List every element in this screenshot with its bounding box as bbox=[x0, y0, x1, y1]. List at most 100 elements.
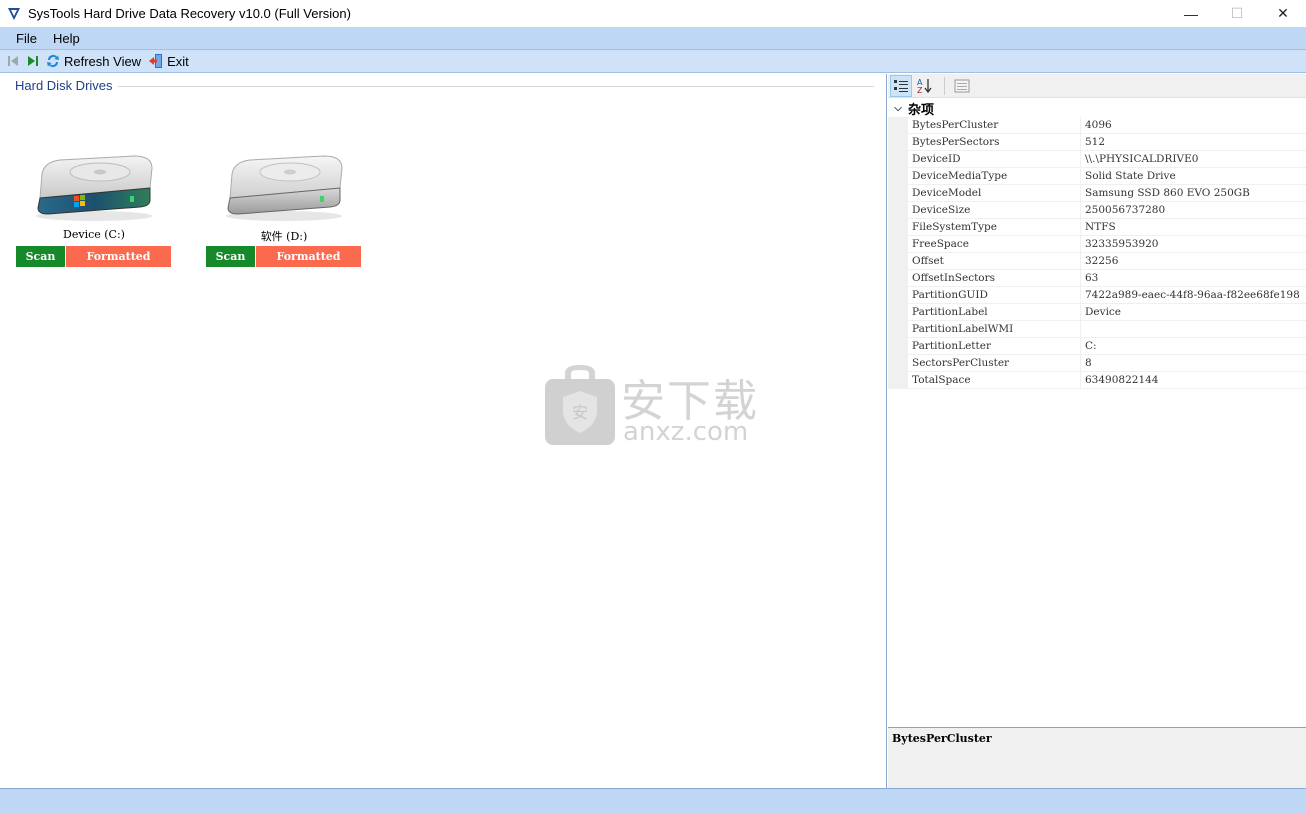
row-gutter bbox=[888, 287, 908, 303]
scan-button[interactable]: Scan bbox=[16, 246, 65, 267]
row-gutter bbox=[888, 338, 908, 354]
formatted-button[interactable]: Formatted bbox=[256, 246, 361, 267]
property-value[interactable] bbox=[1081, 321, 1306, 337]
property-row[interactable]: DeviceMediaType Solid State Drive bbox=[888, 168, 1306, 185]
property-name: PartitionLabelWMI bbox=[908, 321, 1081, 337]
property-name: PartitionLabel bbox=[908, 304, 1081, 320]
row-gutter bbox=[888, 185, 908, 201]
row-gutter bbox=[888, 151, 908, 167]
drive-actions: Scan Formatted bbox=[16, 246, 171, 267]
row-gutter bbox=[888, 117, 908, 133]
row-gutter bbox=[888, 253, 908, 269]
windows-hard-drive-icon[interactable] bbox=[30, 152, 158, 222]
property-row[interactable]: BytesPerCluster 4096 bbox=[888, 117, 1306, 134]
window-controls: — ☐ ✕ bbox=[1168, 0, 1306, 27]
property-row[interactable]: PartitionGUID 7422a989-eaec-44f8-96aa-f82… bbox=[888, 287, 1306, 304]
shield-bag-icon: 安 bbox=[545, 365, 615, 445]
property-value[interactable]: NTFS bbox=[1081, 219, 1306, 235]
property-row[interactable]: DeviceSize 250056737280 bbox=[888, 202, 1306, 219]
category-label: 杂项 bbox=[908, 102, 935, 117]
maximize-button[interactable]: ☐ bbox=[1214, 0, 1260, 27]
row-gutter bbox=[888, 355, 908, 371]
row-gutter bbox=[888, 202, 908, 218]
window-title: SysTools Hard Drive Data Recovery v10.0 … bbox=[28, 6, 351, 21]
property-name: Offset bbox=[908, 253, 1081, 269]
property-grid: ⌵ 杂项 BytesPerCluster 4096 BytesPerSectors 5… bbox=[888, 100, 1306, 389]
minimize-button[interactable]: — bbox=[1168, 0, 1214, 27]
categorized-view-icon[interactable] bbox=[890, 74, 912, 97]
svg-text:Z: Z bbox=[917, 86, 923, 95]
refresh-view-button[interactable]: Refresh View bbox=[44, 52, 141, 70]
chevron-down-icon[interactable]: ⌵ bbox=[888, 103, 908, 114]
property-value[interactable]: Device bbox=[1081, 304, 1306, 320]
property-name: DeviceID bbox=[908, 151, 1081, 167]
app-logo-icon bbox=[8, 7, 20, 20]
scan-button[interactable]: Scan bbox=[206, 246, 255, 267]
formatted-button[interactable]: Formatted bbox=[66, 246, 171, 267]
property-row[interactable]: Offset 32256 bbox=[888, 253, 1306, 270]
alphabetical-sort-icon[interactable]: A Z bbox=[914, 75, 936, 97]
property-value[interactable]: 512 bbox=[1081, 134, 1306, 150]
menu-help[interactable]: Help bbox=[45, 31, 88, 46]
property-value[interactable]: 63490822144 bbox=[1081, 372, 1306, 388]
property-row[interactable]: DeviceID \\.\PHYSICALDRIVE0 bbox=[888, 151, 1306, 168]
property-name: BytesPerCluster bbox=[908, 117, 1081, 133]
watermark: 安 安下载 anxz.com bbox=[545, 365, 765, 447]
drive-label: 软件 (D:) bbox=[260, 230, 308, 243]
property-name: TotalSpace bbox=[908, 372, 1081, 388]
property-pages-icon[interactable] bbox=[951, 75, 973, 97]
property-row[interactable]: OffsetInSectors 63 bbox=[888, 270, 1306, 287]
property-value[interactable]: C: bbox=[1081, 338, 1306, 354]
property-value[interactable]: 32256 bbox=[1081, 253, 1306, 269]
property-value[interactable]: Solid State Drive bbox=[1081, 168, 1306, 184]
row-gutter bbox=[888, 304, 908, 320]
property-value[interactable]: \\.\PHYSICALDRIVE0 bbox=[1081, 151, 1306, 167]
property-row[interactable]: FileSystemType NTFS bbox=[888, 219, 1306, 236]
row-gutter bbox=[888, 321, 908, 337]
menu-file[interactable]: File bbox=[8, 31, 45, 46]
property-value[interactable]: 32335953920 bbox=[1081, 236, 1306, 252]
property-description: BytesPerCluster bbox=[888, 727, 1306, 788]
property-value[interactable]: 7422a989-eaec-44f8-96aa-f82ee68fe198 bbox=[1081, 287, 1306, 303]
property-value[interactable]: 4096 bbox=[1081, 117, 1306, 133]
property-row[interactable]: PartitionLetter C: bbox=[888, 338, 1306, 355]
group-title: Hard Disk Drives bbox=[15, 78, 119, 93]
property-name: SectorsPerCluster bbox=[908, 355, 1081, 371]
property-row[interactable]: PartitionLabel Device bbox=[888, 304, 1306, 321]
property-value[interactable]: Samsung SSD 860 EVO 250GB bbox=[1081, 185, 1306, 201]
row-gutter bbox=[888, 236, 908, 252]
exit-icon bbox=[147, 52, 165, 70]
property-row[interactable]: DeviceModel Samsung SSD 860 EVO 250GB bbox=[888, 185, 1306, 202]
exit-label: Exit bbox=[167, 53, 189, 69]
first-page-icon[interactable] bbox=[4, 52, 22, 70]
hard-drive-icon[interactable] bbox=[220, 152, 348, 222]
property-name: FileSystemType bbox=[908, 219, 1081, 235]
row-gutter bbox=[888, 168, 908, 184]
exit-button[interactable]: Exit bbox=[147, 52, 189, 70]
watermark-en: anxz.com bbox=[623, 417, 749, 447]
row-gutter bbox=[888, 134, 908, 150]
close-button[interactable]: ✕ bbox=[1260, 0, 1306, 27]
property-row[interactable]: FreeSpace 32335953920 bbox=[888, 236, 1306, 253]
last-page-icon[interactable] bbox=[24, 52, 42, 70]
property-rows: BytesPerCluster 4096 BytesPerSectors 512 Dev… bbox=[888, 117, 1306, 389]
property-name: BytesPerSectors bbox=[908, 134, 1081, 150]
property-value[interactable]: 8 bbox=[1081, 355, 1306, 371]
property-row[interactable]: TotalSpace 63490822144 bbox=[888, 372, 1306, 389]
property-row[interactable]: SectorsPerCluster 8 bbox=[888, 355, 1306, 372]
menu-bar: File Help bbox=[0, 27, 1306, 49]
property-category[interactable]: ⌵ 杂项 bbox=[888, 100, 1306, 117]
group-divider bbox=[118, 86, 874, 87]
property-row[interactable]: BytesPerSectors 512 bbox=[888, 134, 1306, 151]
svg-text:安: 安 bbox=[572, 403, 588, 422]
status-bar bbox=[0, 788, 1306, 813]
title-bar: SysTools Hard Drive Data Recovery v10.0 … bbox=[0, 0, 1306, 27]
property-row[interactable]: PartitionLabelWMI bbox=[888, 321, 1306, 338]
property-name: DeviceSize bbox=[908, 202, 1081, 218]
drive-actions: Scan Formatted bbox=[206, 246, 361, 267]
property-name: DeviceMediaType bbox=[908, 168, 1081, 184]
toolbar: Refresh View Exit bbox=[0, 49, 1306, 73]
property-value[interactable]: 63 bbox=[1081, 270, 1306, 286]
row-gutter bbox=[888, 270, 908, 286]
property-value[interactable]: 250056737280 bbox=[1081, 202, 1306, 218]
